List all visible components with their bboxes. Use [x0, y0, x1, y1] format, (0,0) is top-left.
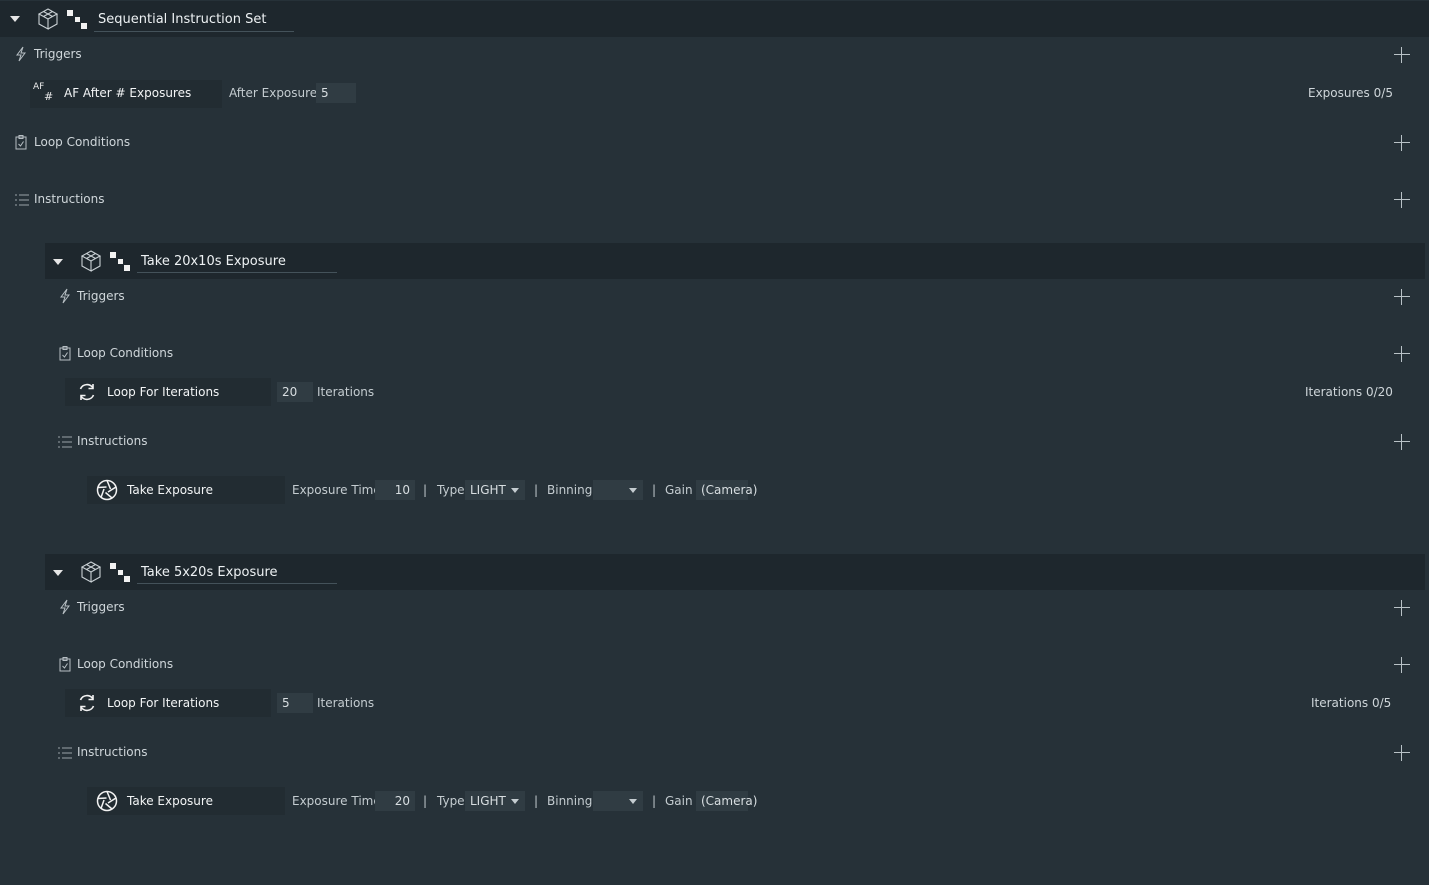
set-1-instructions-label: Instructions [77, 434, 148, 448]
lightning-icon [58, 599, 72, 615]
separator: | [652, 483, 657, 497]
binning-label: Binning [547, 483, 593, 497]
root-triggers-label: Triggers [34, 47, 82, 61]
title-underline [137, 583, 337, 584]
set-1-loop-label: Loop Conditions [77, 346, 174, 360]
title-underline [94, 31, 294, 32]
shutter-icon [96, 790, 118, 812]
separator: | [534, 794, 539, 808]
root-title: Sequential Instruction Set [98, 12, 267, 27]
iterations-input[interactable]: 5 [277, 693, 313, 713]
trigger-item-label: AF After # Exposures [64, 86, 192, 100]
shutter-icon [96, 479, 118, 501]
instruction-set-2: Take 5x20s Exposure Triggers Loop Condit… [45, 554, 1425, 843]
iterations-status: Iterations 0/20 [1305, 385, 1393, 399]
separator: | [423, 794, 428, 808]
af-icon: AF # [33, 82, 54, 103]
after-exposures-label: After Exposures [229, 86, 324, 100]
separator: | [534, 483, 539, 497]
exposures-status: Exposures 0/5 [1308, 86, 1393, 100]
separator: | [423, 483, 428, 497]
cube-icon [79, 249, 103, 273]
exposure-time-input[interactable]: 20 [375, 791, 415, 811]
type-dropdown[interactable]: LIGHT [465, 791, 525, 811]
iterations-unit: Iterations [317, 696, 375, 710]
title-underline [137, 272, 337, 273]
chevron-down-icon [511, 488, 519, 493]
add-instruction-button[interactable] [1394, 434, 1410, 450]
cube-icon [79, 560, 103, 584]
add-trigger-button[interactable] [1394, 47, 1410, 63]
add-trigger-button[interactable] [1394, 600, 1410, 616]
add-loop-condition-button[interactable] [1394, 135, 1410, 151]
loop-icon [77, 382, 97, 402]
root-title-bar: Sequential Instruction Set [0, 1, 1429, 37]
set-2-loop-label: Loop Conditions [77, 657, 174, 671]
set-1-triggers-label: Triggers [77, 289, 125, 303]
clipboard-icon [59, 657, 71, 672]
loop-item-label: Loop For Iterations [107, 696, 220, 710]
clipboard-icon [15, 135, 27, 150]
list-icon [57, 746, 73, 760]
collapse-caret-icon[interactable] [53, 259, 63, 265]
chevron-down-icon [629, 488, 637, 493]
sequence-icon [66, 9, 88, 31]
list-icon [14, 193, 30, 207]
gain-label: Gain [665, 794, 693, 808]
sequence-icon [109, 251, 131, 273]
separator: | [652, 794, 657, 808]
exposure-item-label: Take Exposure [127, 794, 213, 808]
instruction-set-1: Take 20x10s Exposure Triggers Loop Condi… [45, 243, 1425, 534]
type-label: Type [437, 483, 465, 497]
iterations-status: Iterations 0/5 [1311, 696, 1392, 710]
root-loop-label: Loop Conditions [34, 135, 131, 149]
exposure-time-input[interactable]: 10 [375, 480, 415, 500]
add-loop-condition-button[interactable] [1394, 346, 1410, 362]
lightning-icon [14, 46, 28, 62]
binning-label: Binning [547, 794, 593, 808]
set-2-title: Take 5x20s Exposure [141, 565, 278, 580]
add-loop-condition-button[interactable] [1394, 657, 1410, 673]
collapse-caret-icon[interactable] [10, 16, 20, 22]
chevron-down-icon [629, 799, 637, 804]
exposure-time-label: Exposure Time [292, 794, 381, 808]
list-icon [57, 435, 73, 449]
collapse-caret-icon[interactable] [53, 570, 63, 576]
exposure-item-label: Take Exposure [127, 483, 213, 497]
root-instructions-label: Instructions [34, 192, 105, 206]
after-exposures-input[interactable]: 5 [316, 83, 356, 103]
loop-item-label: Loop For Iterations [107, 385, 220, 399]
gain-input[interactable]: (Camera) [696, 480, 757, 500]
gain-label: Gain [665, 483, 693, 497]
iterations-input[interactable]: 20 [277, 382, 313, 402]
sequence-icon [109, 562, 131, 584]
gain-input[interactable]: (Camera) [696, 791, 757, 811]
cube-icon [36, 7, 60, 31]
add-instruction-button[interactable] [1394, 745, 1410, 761]
exposure-time-label: Exposure Time [292, 483, 381, 497]
lightning-icon [58, 288, 72, 304]
type-dropdown[interactable]: LIGHT [465, 480, 525, 500]
clipboard-icon [59, 346, 71, 361]
type-label: Type [437, 794, 465, 808]
set-2-instructions-label: Instructions [77, 745, 148, 759]
iterations-unit: Iterations [317, 385, 375, 399]
chevron-down-icon [511, 799, 519, 804]
set-1-title: Take 20x10s Exposure [141, 254, 286, 269]
loop-icon [77, 693, 97, 713]
add-instruction-button[interactable] [1394, 192, 1410, 208]
add-trigger-button[interactable] [1394, 289, 1410, 305]
set-2-triggers-label: Triggers [77, 600, 125, 614]
binning-dropdown[interactable] [593, 791, 643, 811]
binning-dropdown[interactable] [593, 480, 643, 500]
